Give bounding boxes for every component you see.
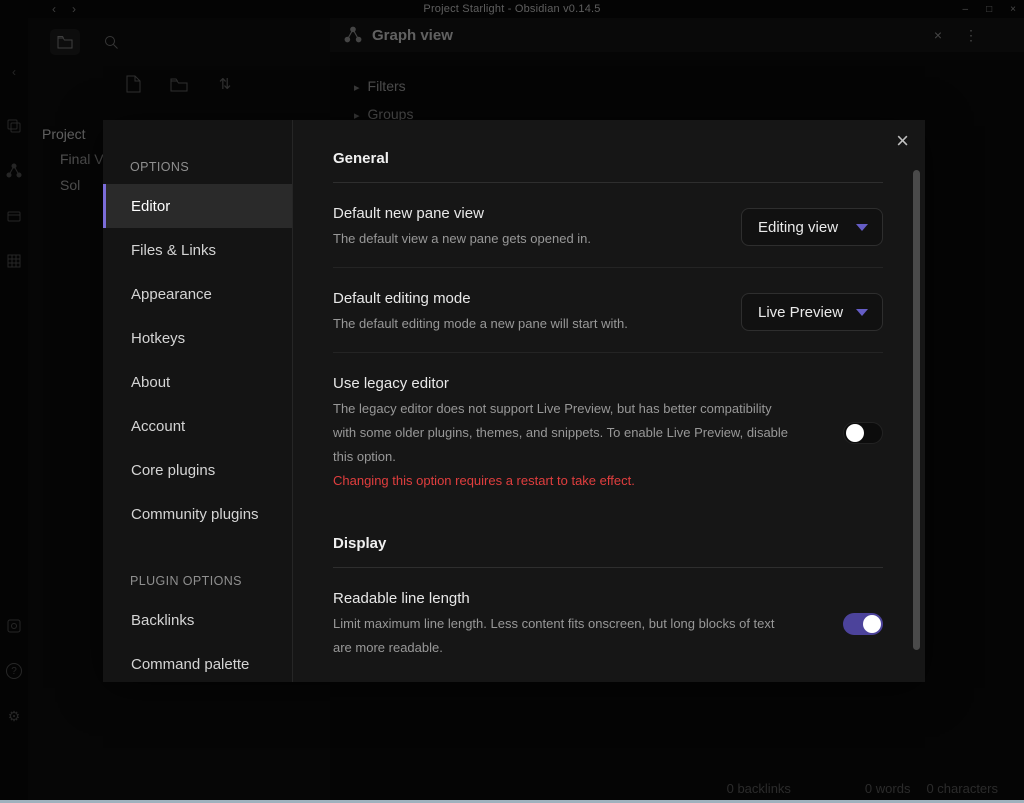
nav-item-account[interactable]: Account: [103, 404, 292, 448]
scrollbar-thumb[interactable]: [913, 170, 920, 650]
dropdown-value: Live Preview: [758, 304, 843, 321]
setting-name: Readable line length: [333, 588, 793, 610]
settings-content: × General Default new pane view The defa…: [293, 120, 925, 682]
section-heading-display: Display: [333, 533, 883, 555]
chevron-down-icon: [856, 309, 868, 316]
setting-name: Default editing mode: [333, 288, 721, 310]
setting-description: The legacy editor does not support Live …: [333, 397, 793, 469]
settings-nav: OPTIONS Editor Files & Links Appearance …: [103, 120, 293, 682]
modal-close-icon[interactable]: ×: [896, 130, 909, 152]
setting-description: Limit maximum line length. Less content …: [333, 612, 793, 660]
chevron-down-icon: [856, 224, 868, 231]
nav-item-backlinks[interactable]: Backlinks: [103, 598, 292, 642]
section-heading-general: General: [333, 148, 883, 170]
readable-line-length-toggle[interactable]: [843, 613, 883, 635]
nav-item-command-palette[interactable]: Command palette: [103, 642, 292, 686]
setting-default-editing-mode: Default editing mode The default editing…: [333, 267, 883, 352]
use-legacy-editor-toggle[interactable]: [843, 422, 883, 444]
setting-description: The default view a new pane gets opened …: [333, 227, 721, 251]
nav-item-editor[interactable]: Editor: [103, 184, 292, 228]
obsidian-window: ‹ › Project Starlight - Obsidian v0.14.5…: [0, 0, 1024, 803]
nav-item-appearance[interactable]: Appearance: [103, 272, 292, 316]
setting-description: The default editing mode a new pane will…: [333, 312, 721, 336]
nav-item-about[interactable]: About: [103, 360, 292, 404]
nav-group-header: OPTIONS: [103, 150, 292, 184]
dropdown-value: Editing view: [758, 219, 838, 236]
toggle-knob: [863, 615, 881, 633]
nav-group-header: PLUGIN OPTIONS: [103, 564, 292, 598]
nav-item-files-links[interactable]: Files & Links: [103, 228, 292, 272]
setting-use-legacy-editor: Use legacy editor The legacy editor does…: [333, 352, 883, 509]
setting-name: Use legacy editor: [333, 373, 793, 395]
setting-readable-line-length: Readable line length Limit maximum line …: [333, 568, 883, 676]
default-new-pane-view-dropdown[interactable]: Editing view: [741, 208, 883, 246]
toggle-knob: [846, 424, 864, 442]
settings-modal: OPTIONS Editor Files & Links Appearance …: [103, 120, 925, 682]
nav-item-hotkeys[interactable]: Hotkeys: [103, 316, 292, 360]
nav-item-community-plugins[interactable]: Community plugins: [103, 492, 292, 536]
setting-name: Default new pane view: [333, 203, 721, 225]
restart-warning: Changing this option requires a restart …: [333, 469, 793, 493]
default-editing-mode-dropdown[interactable]: Live Preview: [741, 293, 883, 331]
nav-item-core-plugins[interactable]: Core plugins: [103, 448, 292, 492]
setting-default-new-pane-view: Default new pane view The default view a…: [333, 183, 883, 267]
